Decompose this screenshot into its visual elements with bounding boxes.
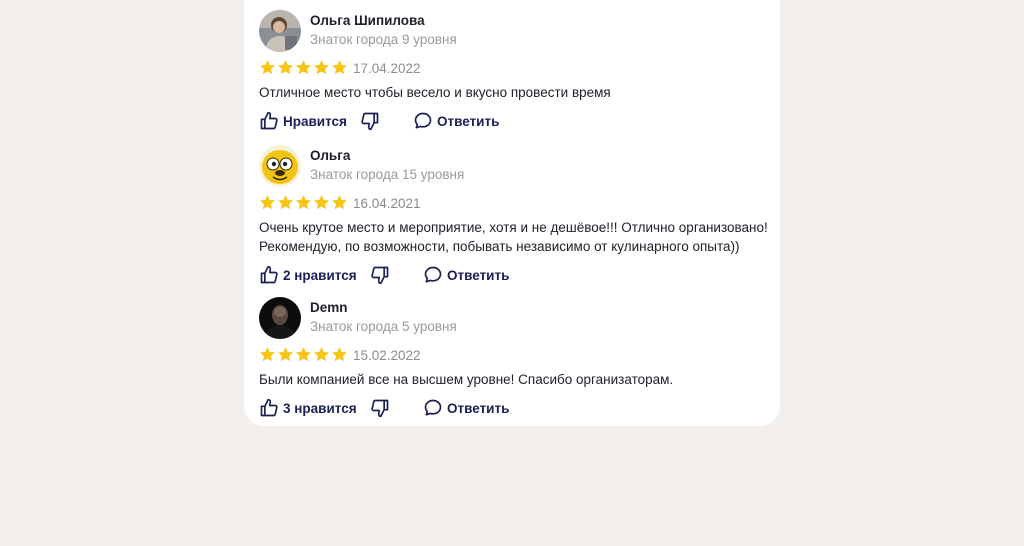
star-icon [278,195,293,210]
star-icon [332,195,347,210]
thumbs-down-icon [371,266,389,285]
rating-stars [259,194,348,211]
user-avatar[interactable] [259,297,301,339]
star-icon [332,347,347,362]
like-label: 3 нравится [283,400,357,416]
like-label: 2 нравится [283,267,357,283]
review-date: 15.02.2022 [353,348,421,363]
review-text: Очень крутое место и мероприятие, хотя и… [259,220,768,254]
star-icon [296,60,311,75]
like-button[interactable]: Нравится [259,111,347,131]
author-level: Знаток города 15 уровня [310,167,465,182]
comment-icon [414,112,432,129]
thumbs-up-icon [260,398,278,417]
review-actions: 2 нравится Ответить [259,265,774,291]
star-icon [260,195,275,210]
reply-label: Ответить [437,113,500,129]
star-icon [278,347,293,362]
thumbs-down-icon [361,112,379,131]
author-level: Знаток города 9 уровня [310,32,457,47]
star-icon [314,60,329,75]
rating-stars [259,59,348,76]
reply-button[interactable]: Ответить [423,398,509,418]
star-icon [260,347,275,362]
reply-label: Ответить [447,400,510,416]
comment-icon [424,399,442,416]
user-avatar[interactable] [259,10,301,52]
thumbs-up-icon [260,265,278,284]
comment-icon [424,266,442,283]
review-text: Были компанией все на высшем уровне! Спа… [259,372,674,387]
like-label: Нравится [283,113,347,129]
thumbs-up-icon [260,111,278,130]
review-text: Отличное место чтобы весело и вкусно про… [259,85,611,100]
author-name[interactable]: Ольга [310,148,350,163]
like-button[interactable]: 3 нравится [259,398,357,418]
rating-stars [259,346,348,363]
like-button[interactable]: 2 нравится [259,265,357,285]
review-item: Ольга Знаток города 15 уровня 16.04.2021… [259,145,774,291]
thumbs-down-icon [371,399,389,418]
reply-label: Ответить [447,267,510,283]
reply-button[interactable]: Ответить [423,265,509,285]
review-item: Demn Знаток города 5 уровня 15.02.2022 Б… [259,297,774,424]
star-icon [314,195,329,210]
review-date: 17.04.2022 [353,61,421,76]
star-icon [278,60,293,75]
review-date: 16.04.2021 [353,196,421,211]
star-icon [296,347,311,362]
star-icon [332,60,347,75]
author-name[interactable]: Demn [310,300,348,315]
author-name[interactable]: Ольга Шипилова [310,13,425,28]
review-actions: Нравится Ответить [259,111,774,137]
review-item: Ольга Шипилова Знаток города 9 уровня 17… [259,10,774,137]
star-icon [296,195,311,210]
dislike-button[interactable] [370,398,390,418]
reviews-card: Ольга Шипилова Знаток города 9 уровня 17… [244,0,780,426]
star-icon [314,347,329,362]
dislike-button[interactable] [360,111,380,131]
dislike-button[interactable] [370,265,390,285]
author-level: Знаток города 5 уровня [310,319,457,334]
reply-button[interactable]: Ответить [413,111,499,131]
user-avatar[interactable] [259,145,301,187]
review-actions: 3 нравится Ответить [259,398,774,424]
star-icon [260,60,275,75]
